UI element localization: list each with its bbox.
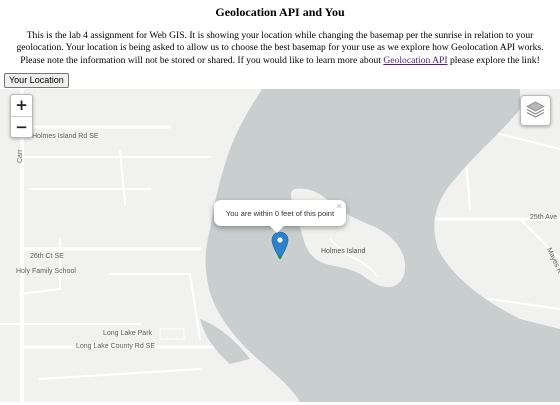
layers-icon [526, 101, 545, 118]
map-view[interactable]: Holmes Island Rd SE Carr 26th Ct SE Holy… [0, 89, 560, 402]
zoom-control: + − [10, 94, 33, 138]
label-long-lake-county-rd: Long Lake County Rd SE [76, 343, 155, 350]
popup-text: You are within 0 feet of this point [225, 209, 335, 218]
label-25th-ave: 25th Ave [530, 214, 557, 221]
your-location-button[interactable]: Your Location [4, 73, 69, 88]
zoom-out-button[interactable]: − [11, 116, 32, 137]
label-long-lake-park: Long Lake Park [103, 330, 153, 337]
label-holmes-island-rd: Holmes Island Rd SE [32, 133, 99, 140]
basemap: Holmes Island Rd SE Carr 26th Ct SE Holy… [0, 89, 560, 402]
label-carr: Carr [17, 149, 24, 163]
location-popup: × You are within 0 feet of this point [214, 200, 346, 233]
intro-paragraph: This is the lab 4 assignment for Web GIS… [4, 30, 556, 67]
page-title: Geolocation API and You [215, 5, 345, 19]
label-holy-family-school: Holy Family School [16, 268, 76, 275]
label-26th-ct: 26th Ct SE [30, 253, 64, 260]
layers-button[interactable] [520, 95, 551, 126]
intro-text-end: please explore the link! [447, 54, 540, 66]
geolocation-api-link[interactable]: Geolocation API [383, 55, 447, 66]
label-holmes-island: Holmes Island [321, 248, 365, 255]
popup-tip [270, 226, 284, 233]
zoom-in-button[interactable]: + [11, 95, 32, 116]
